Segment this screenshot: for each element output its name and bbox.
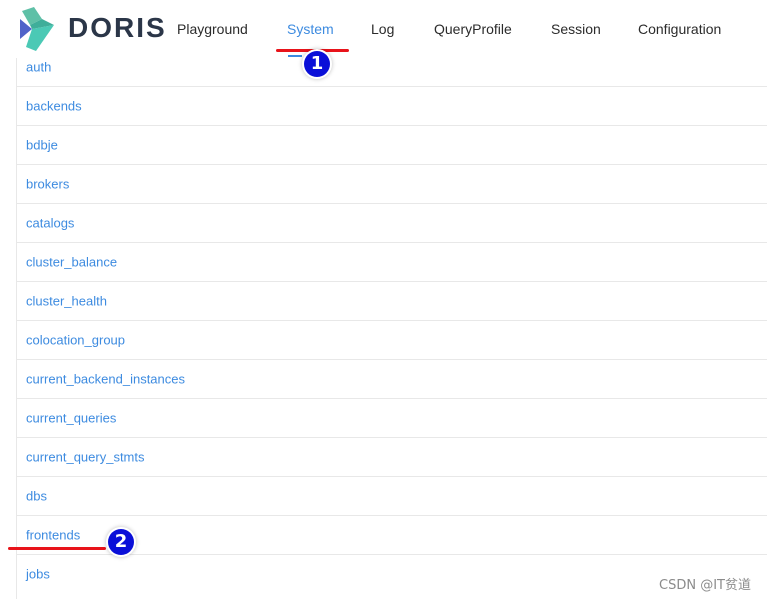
nav-playground[interactable]: Playground xyxy=(177,20,248,38)
list-item: catalogs xyxy=(17,204,767,243)
link-backends[interactable]: backends xyxy=(26,99,82,114)
list-item: jobs xyxy=(17,555,767,593)
link-current-backend-instances[interactable]: current_backend_instances xyxy=(26,372,185,387)
list-item: bdbje xyxy=(17,126,767,165)
link-cluster-health[interactable]: cluster_health xyxy=(26,294,107,309)
annotation-badge-2: 2 xyxy=(108,529,134,555)
nav-queryprofile[interactable]: QueryProfile xyxy=(434,20,512,38)
list-item: auth xyxy=(17,48,767,87)
list-item: dbs xyxy=(17,477,767,516)
doris-logo-icon xyxy=(20,7,54,51)
list-item: cluster_balance xyxy=(17,243,767,282)
link-brokers[interactable]: brokers xyxy=(26,177,69,192)
link-jobs[interactable]: jobs xyxy=(26,567,50,582)
link-catalogs[interactable]: catalogs xyxy=(26,216,74,231)
nav-session[interactable]: Session xyxy=(551,20,601,38)
nav-log[interactable]: Log xyxy=(371,20,394,38)
link-auth[interactable]: auth xyxy=(26,60,51,75)
brand-name: DORIS xyxy=(68,12,167,43)
list-item: brokers xyxy=(17,165,767,204)
nav-configuration[interactable]: Configuration xyxy=(638,20,721,38)
list-item: current_backend_instances xyxy=(17,360,767,399)
system-list: auth backends bdbje brokers catalogs clu… xyxy=(16,58,767,599)
link-colocation-group[interactable]: colocation_group xyxy=(26,333,125,348)
annotation-badge-1: 1 xyxy=(304,51,330,77)
link-frontends[interactable]: frontends xyxy=(26,528,80,543)
link-current-queries[interactable]: current_queries xyxy=(26,411,116,426)
watermark: CSDN @IT贫道 xyxy=(659,578,751,593)
link-current-query-stmts[interactable]: current_query_stmts xyxy=(26,450,145,465)
list-item: backends xyxy=(17,87,767,126)
link-cluster-balance[interactable]: cluster_balance xyxy=(26,255,117,270)
list-item: colocation_group xyxy=(17,321,767,360)
nav-system[interactable]: System xyxy=(287,20,334,38)
list-item: current_query_stmts xyxy=(17,438,767,477)
link-bdbje[interactable]: bdbje xyxy=(26,138,58,153)
list-item: cluster_health xyxy=(17,282,767,321)
list-item: current_queries xyxy=(17,399,767,438)
annotation-underline-2 xyxy=(8,547,106,550)
link-dbs[interactable]: dbs xyxy=(26,489,47,504)
